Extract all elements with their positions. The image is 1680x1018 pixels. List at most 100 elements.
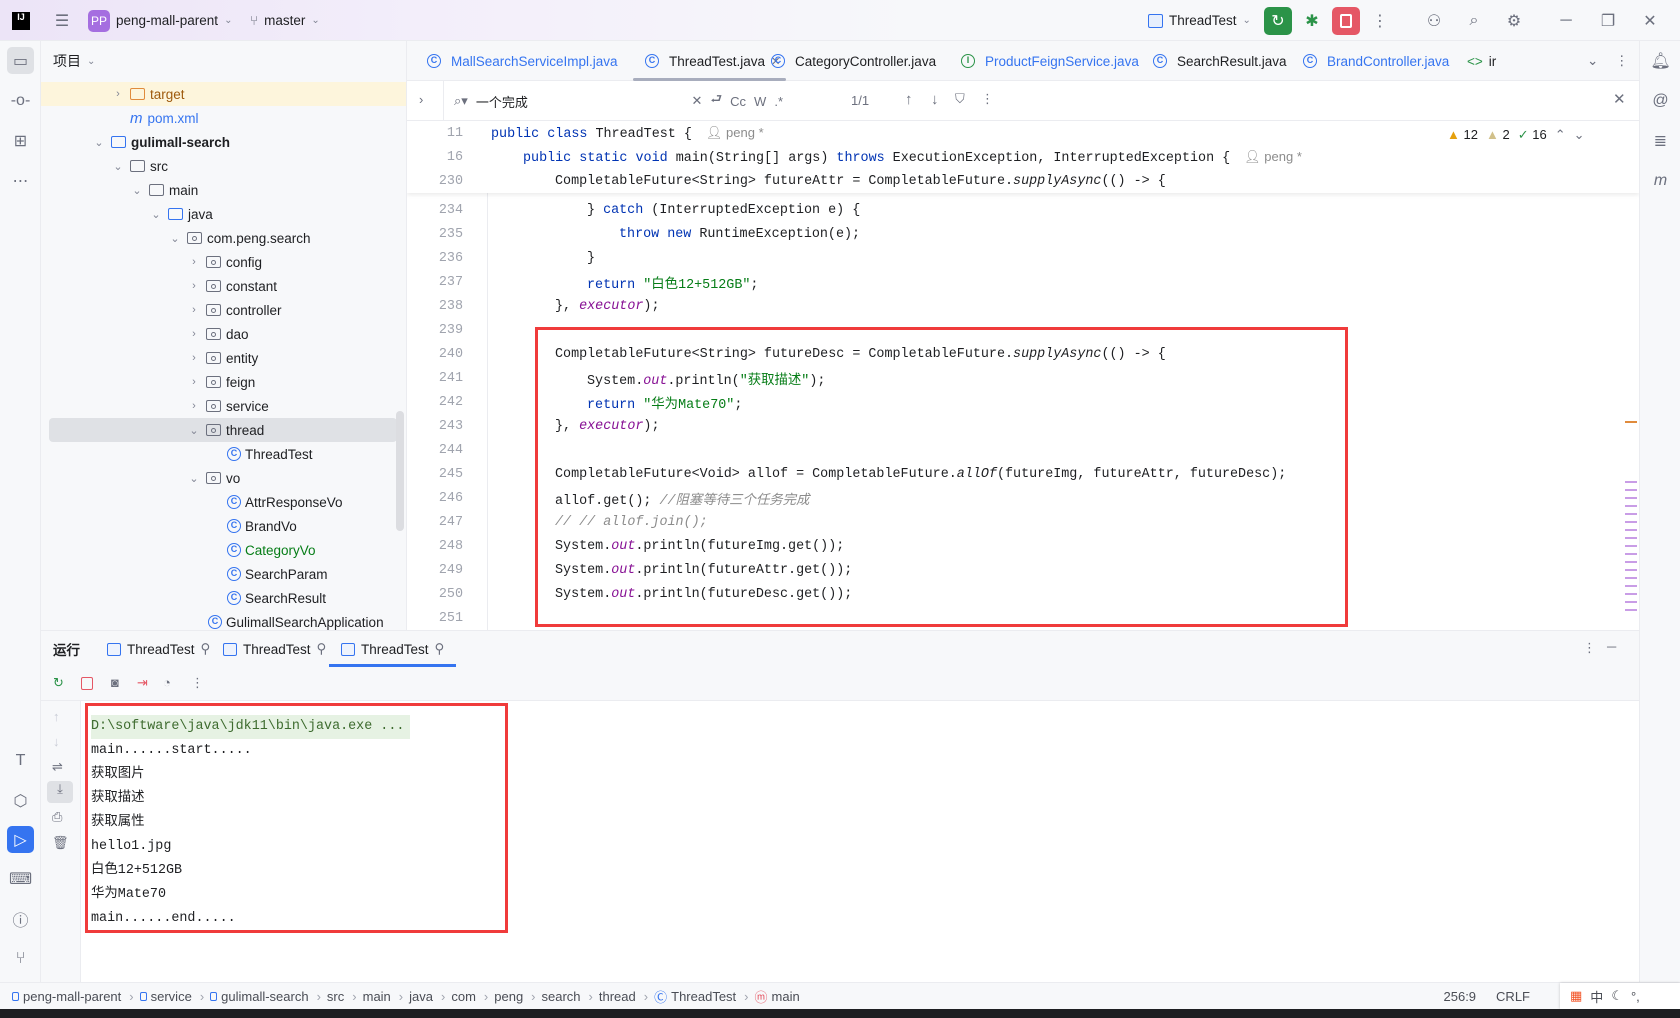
tree-item[interactable]: ⌄ vo [41, 466, 406, 490]
hide-panel-icon[interactable]: ─ [1607, 639, 1616, 654]
next-match-icon[interactable]: ↓ [931, 91, 939, 108]
close-find-icon[interactable]: ✕ [1613, 90, 1626, 108]
structure-icon[interactable]: ⊞ [7, 127, 34, 154]
tree-item[interactable]: C BrandVo [41, 514, 406, 538]
exit-icon[interactable]: ⇥ [137, 675, 148, 691]
profiler-icon[interactable]: ◔ [163, 675, 171, 690]
breadcrumb-item[interactable]: java › [409, 989, 445, 1004]
close-window-button[interactable]: ✕ [1636, 7, 1664, 35]
chevron-down-icon[interactable]: ⌄ [148, 208, 164, 221]
tab-categorycontroller-java[interactable]: C CategoryController.java [765, 41, 936, 81]
app-logo[interactable]: IJ [12, 0, 30, 41]
tree-item[interactable]: C SearchResult [41, 586, 406, 610]
minimize-button[interactable]: ─ [1552, 7, 1580, 35]
tree-item[interactable]: › entity [41, 346, 406, 370]
breadcrumb-item[interactable]: Ⓒ ThreadTest › [654, 987, 748, 1006]
breadcrumb-item[interactable]: com › [451, 989, 488, 1004]
chevron-right-icon[interactable]: › [186, 280, 202, 292]
ai-assistant-icon[interactable]: @ [1647, 87, 1674, 114]
run-tool-icon[interactable]: ▷ [7, 826, 34, 853]
tree-item[interactable]: › controller [41, 298, 406, 322]
stop-button[interactable] [1332, 6, 1360, 35]
prev-highlight-icon[interactable]: ⌃ [1555, 127, 1566, 143]
search-icon[interactable]: ⌕ [1460, 7, 1488, 35]
chevron-down-icon[interactable]: ⌄ [129, 184, 145, 197]
find-input[interactable]: 一个完成 [476, 92, 684, 111]
build-icon[interactable]: T [7, 747, 34, 774]
breadcrumb-item[interactable]: thread › [599, 989, 648, 1004]
tree-scrollbar[interactable] [396, 411, 404, 531]
project-panel-header[interactable]: 项目 ⌄ [53, 41, 95, 81]
tree-item[interactable]: ⌄ gulimall-search [41, 130, 406, 154]
print-icon[interactable]: ⎙ [52, 809, 62, 825]
tree-item[interactable]: ⌄ main [41, 178, 406, 202]
run-tab[interactable]: ThreadTest ⚲ [328, 631, 457, 667]
breadcrumb-item[interactable]: ⓜ main [755, 987, 800, 1006]
debug-button[interactable]: ✱ [1298, 7, 1326, 35]
chevron-right-icon[interactable]: › [110, 88, 126, 100]
tab-searchresult-java[interactable]: C SearchResult.java [1147, 41, 1287, 81]
up-icon[interactable]: ↑ [53, 709, 60, 724]
tree-item[interactable]: C ThreadTest [41, 442, 406, 466]
project-selector[interactable]: PP peng-mall-parent ⌄ [88, 0, 232, 41]
next-highlight-icon[interactable]: ⌄ [1574, 127, 1585, 143]
down-icon[interactable]: ↓ [53, 734, 60, 749]
chevron-down-icon[interactable]: ⌄ [186, 424, 202, 437]
tab-threadtest-java[interactable]: C ThreadTest.java ✕ [632, 41, 787, 81]
tree-item[interactable]: C AttrResponseVo [41, 490, 406, 514]
notifications-icon[interactable]: 🔔︎ [1647, 47, 1674, 74]
chevron-right-icon[interactable]: › [186, 400, 202, 412]
commit-icon[interactable]: -o- [7, 87, 34, 114]
regex-toggle[interactable]: .* [774, 94, 783, 109]
main-menu-icon[interactable]: ☰ [48, 7, 76, 35]
tree-item[interactable]: ⌄ src [41, 154, 406, 178]
filter-icon[interactable]: ⛉ [955, 91, 965, 107]
tree-item[interactable]: › feign [41, 370, 406, 394]
tab-mallsearchserviceimpl-java[interactable]: C MallSearchServiceImpl.java [421, 41, 618, 81]
tab-brandcontroller-java[interactable]: C BrandController.java [1297, 41, 1449, 81]
breadcrumb-item[interactable]: peng › [494, 989, 535, 1004]
tree-item[interactable]: m pom.xml [41, 106, 406, 130]
tree-item[interactable]: › target [41, 82, 406, 106]
options-icon[interactable]: ⋮ [1583, 640, 1596, 656]
search-icon[interactable]: ⌕▾ [454, 93, 468, 109]
whole-word-toggle[interactable]: W [754, 94, 766, 109]
pin-icon[interactable]: ⚲ [435, 641, 445, 657]
code-editor[interactable]: 11 public class ThreadTest {👤︎ peng * 16 pu… [407, 121, 1639, 630]
database-icon[interactable]: ≣ [1647, 127, 1674, 154]
problems-icon[interactable]: ⓘ [7, 905, 34, 932]
pin-icon[interactable]: ⚲ [317, 641, 327, 657]
run-tab[interactable]: ThreadTest ⚲ [107, 631, 210, 667]
breadcrumb-item[interactable]: search › [542, 989, 593, 1004]
clear-icon[interactable]: ✕ [692, 93, 703, 109]
chevron-right-icon[interactable]: › [186, 352, 202, 364]
trash-icon[interactable]: 🗑︎ [52, 835, 69, 851]
chevron-down-icon[interactable]: ⌄ [167, 232, 183, 245]
branch-selector[interactable]: ⑂ master ⌄ [250, 0, 320, 41]
new-line-icon[interactable]: ⮐ [710, 90, 722, 112]
services-icon[interactable]: ⬡ [7, 787, 34, 814]
git-icon[interactable]: ⑂ [7, 945, 34, 972]
breadcrumb-item[interactable]: gulimall-search › [210, 989, 321, 1004]
match-case-toggle[interactable]: Cc [730, 94, 746, 109]
pin-icon[interactable]: ⚲ [201, 641, 211, 657]
chevron-down-icon[interactable]: ⌄ [186, 472, 202, 485]
add-user-icon[interactable]: ⚇ [1420, 7, 1448, 35]
chevron-down-icon[interactable]: ⌄ [91, 136, 107, 149]
soft-wrap-icon[interactable]: ⇌ [52, 759, 63, 775]
ime-toolbar[interactable]: ▦ 中 ☾ °, [1560, 983, 1680, 1009]
terminal-icon[interactable]: ⌨ [7, 865, 34, 892]
run-config-selector[interactable]: ThreadTest ⌄ [1148, 0, 1251, 41]
chevron-right-icon[interactable]: › [186, 304, 202, 316]
chevron-right-icon[interactable]: › [186, 376, 202, 388]
breadcrumb-item[interactable]: service › [139, 989, 204, 1004]
more-icon[interactable]: ⋮ [1366, 7, 1394, 35]
maven-icon[interactable]: m [1647, 167, 1674, 194]
line-separator[interactable]: CRLF [1496, 989, 1530, 1004]
restore-button[interactable]: ❐ [1594, 7, 1622, 35]
tab-ir[interactable]: <> ir [1467, 41, 1496, 81]
chevron-down-icon[interactable]: ⌄ [110, 160, 126, 173]
caret-position[interactable]: 256:9 [1444, 989, 1477, 1004]
stop-icon[interactable] [81, 677, 93, 690]
tree-item[interactable]: › service [41, 394, 406, 418]
